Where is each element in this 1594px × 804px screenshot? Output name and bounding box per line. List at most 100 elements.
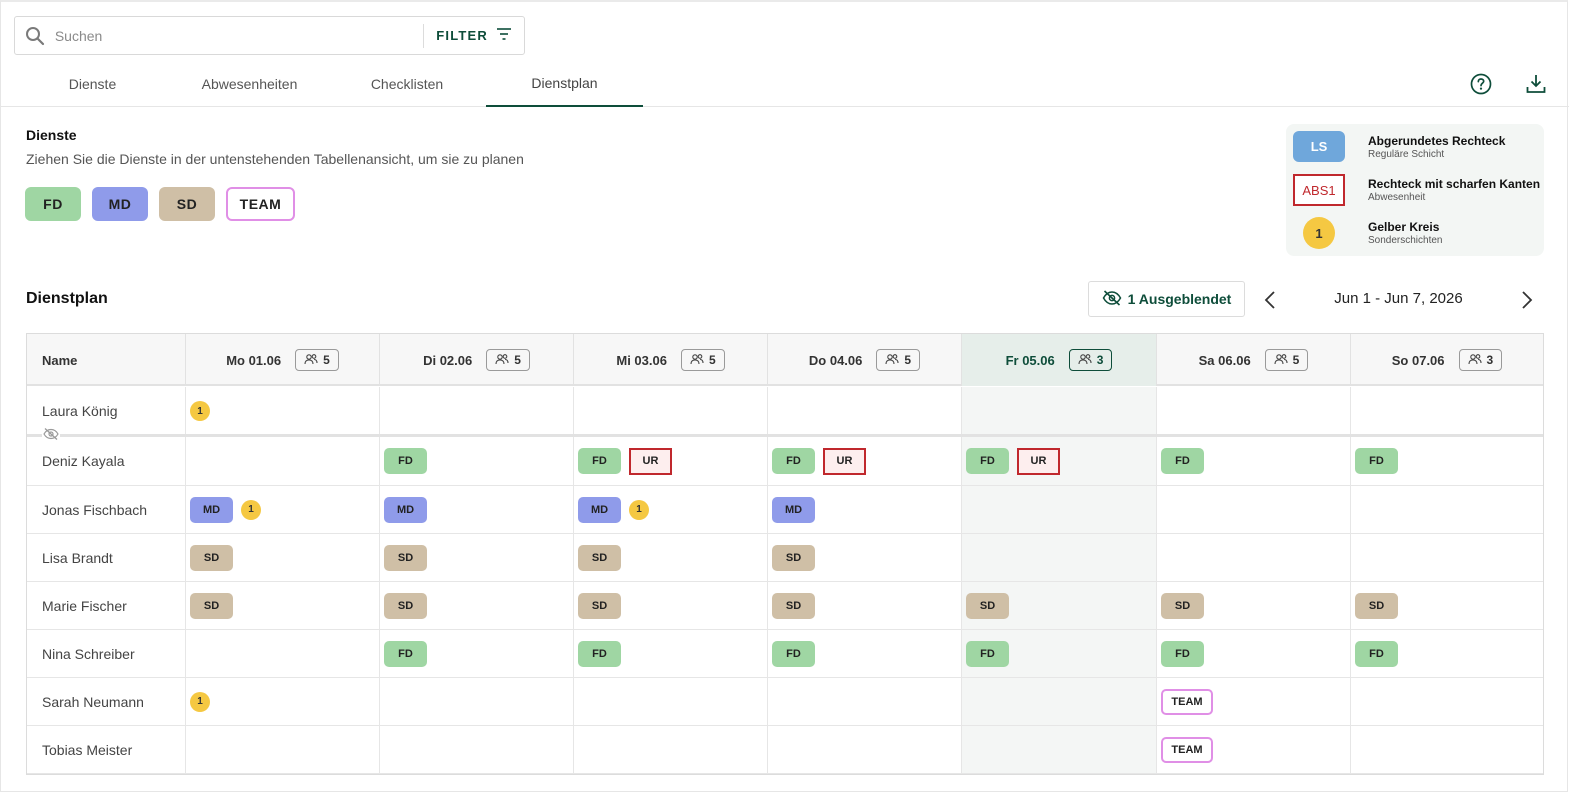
schedule-cell[interactable]: FD [1156,630,1350,677]
schedule-cell[interactable]: FD [573,630,767,677]
shift-sd[interactable]: SD [384,544,427,571]
staff-count-badge[interactable]: 5 [680,349,725,371]
schedule-cell[interactable] [767,387,961,435]
shift-sd[interactable]: SD [190,544,233,571]
service-chip-sd[interactable]: SD [159,187,215,221]
absence-ur[interactable]: UR [1017,447,1060,475]
schedule-cell[interactable]: SD [185,534,379,581]
absence-ur[interactable]: UR [823,447,866,475]
schedule-cell[interactable] [1156,387,1350,435]
schedule-cell[interactable]: FD UR [573,437,767,485]
filter-button[interactable]: FILTER [424,17,524,54]
shift-sd[interactable]: SD [772,592,815,619]
schedule-cell[interactable]: SD [767,534,961,581]
schedule-cell[interactable] [185,726,379,773]
schedule-cell[interactable]: SD [573,582,767,629]
service-chip-md[interactable]: MD [92,187,148,221]
schedule-cell[interactable]: TEAM [1156,726,1350,773]
schedule-cell[interactable] [185,437,379,485]
schedule-cell[interactable] [1156,486,1350,533]
shift-md[interactable]: MD [384,496,427,523]
schedule-cell[interactable] [573,387,767,435]
shift-fd[interactable]: FD [772,640,815,667]
shift-fd[interactable]: FD [966,448,1009,474]
schedule-cell[interactable]: MD 1 [185,486,379,533]
schedule-cell[interactable]: TEAM [1156,678,1350,725]
service-chip-fd[interactable]: FD [25,187,81,221]
schedule-cell[interactable]: FD [767,630,961,677]
tab-dienstplan[interactable]: Dienstplan [486,60,643,107]
tab-dienste[interactable]: Dienste [14,60,171,107]
help-icon[interactable] [1469,72,1493,96]
schedule-cell[interactable] [1156,534,1350,581]
schedule-cell[interactable] [1350,678,1543,725]
schedule-cell[interactable]: FD [1350,437,1543,485]
schedule-cell[interactable] [1350,726,1543,773]
absence-ur[interactable]: UR [629,447,672,475]
shift-sd[interactable]: SD [190,592,233,619]
shift-fd[interactable]: FD [1161,448,1204,474]
shift-fd[interactable]: FD [772,448,815,474]
special-shift-badge[interactable]: 1 [190,691,210,712]
schedule-cell[interactable]: FD [1350,630,1543,677]
shift-team[interactable]: TEAM [1161,736,1213,763]
schedule-cell[interactable]: SD [1350,582,1543,629]
staff-count-badge[interactable]: 5 [486,349,530,371]
shift-md[interactable]: MD [190,496,233,523]
schedule-cell[interactable] [961,534,1156,581]
schedule-cell[interactable] [185,630,379,677]
shift-fd[interactable]: FD [384,448,427,474]
shift-sd[interactable]: SD [1161,592,1204,619]
schedule-cell[interactable] [961,387,1156,435]
schedule-cell[interactable]: FD [1156,437,1350,485]
schedule-cell[interactable]: FD [961,630,1156,677]
schedule-cell[interactable]: SD [1156,582,1350,629]
shift-sd[interactable]: SD [772,544,815,571]
staff-count-badge[interactable]: 3 [1068,349,1113,371]
schedule-cell[interactable] [379,678,573,725]
shift-sd[interactable]: SD [384,592,427,619]
schedule-cell[interactable]: SD [767,582,961,629]
schedule-cell[interactable] [573,678,767,725]
prev-week-button[interactable] [1259,288,1281,312]
schedule-cell[interactable] [767,678,961,725]
special-shift-badge[interactable]: 1 [190,401,210,421]
schedule-cell[interactable]: SD [961,582,1156,629]
special-shift-badge[interactable]: 1 [241,499,261,520]
shift-md[interactable]: MD [772,496,815,523]
schedule-cell[interactable]: MD [379,486,573,533]
schedule-cell[interactable]: FD [379,630,573,677]
shift-fd[interactable]: FD [1355,448,1398,474]
shift-sd[interactable]: SD [1355,592,1398,619]
hidden-rows-button[interactable]: 1 Ausgeblendet [1088,281,1245,317]
shift-fd[interactable]: FD [578,640,621,667]
schedule-cell[interactable]: FD UR [767,437,961,485]
schedule-cell[interactable]: SD [379,534,573,581]
schedule-cell[interactable]: 1 [185,678,379,725]
next-week-button[interactable] [1516,288,1538,312]
schedule-cell[interactable]: MD [767,486,961,533]
special-shift-badge[interactable]: 1 [629,499,649,520]
staff-count-badge[interactable]: 5 [1264,349,1309,371]
staff-count-badge[interactable]: 5 [876,349,921,371]
shift-sd[interactable]: SD [966,592,1009,619]
shift-sd[interactable]: SD [578,544,621,571]
schedule-cell[interactable] [379,726,573,773]
schedule-cell[interactable]: FD [379,437,573,485]
search-input[interactable] [54,17,424,54]
schedule-cell[interactable] [961,726,1156,773]
schedule-cell[interactable]: 1 [185,387,379,435]
shift-md[interactable]: MD [578,496,621,523]
schedule-cell[interactable] [767,726,961,773]
schedule-cell[interactable] [379,387,573,435]
shift-fd[interactable]: FD [1161,640,1204,667]
hidden-row-eye-off-icon[interactable] [42,426,60,442]
schedule-cell[interactable]: FD UR [961,437,1156,485]
download-icon[interactable] [1524,72,1548,96]
shift-team[interactable]: TEAM [1161,688,1213,715]
service-chip-team[interactable]: TEAM [226,187,295,221]
shift-sd[interactable]: SD [578,592,621,619]
staff-count-badge[interactable]: 5 [295,349,339,371]
schedule-cell[interactable] [573,726,767,773]
schedule-cell[interactable] [961,486,1156,533]
